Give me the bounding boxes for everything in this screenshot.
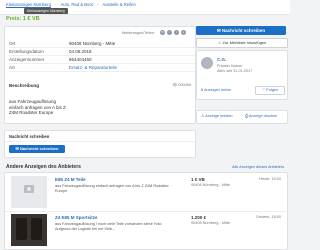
seller-name[interactable]: C.G. bbox=[217, 57, 226, 63]
eye-icon: 👁 bbox=[172, 83, 178, 87]
other-ads-title: Andere Anzeigen des Anbieters bbox=[6, 164, 81, 170]
views-value: 000069 bbox=[178, 83, 191, 87]
detail-row-location: Ort 90408 Nürnberg - Mitte bbox=[9, 40, 195, 48]
breadcrumb: Kleinanzeigen Nürnberg › Auto, Rad & Boo… bbox=[6, 2, 136, 7]
description-label: Beschreibung bbox=[9, 83, 40, 88]
detail-row-ad-id: Anzeigennummer 864404450 bbox=[9, 56, 195, 64]
ad-price: 1.200 € bbox=[191, 215, 207, 220]
ad-title[interactable]: Z4 E85 M Sportsitze bbox=[55, 215, 98, 221]
details-card: Weitersagen/Teilen: ✉ f t g Ort 90408 Nü… bbox=[4, 26, 196, 124]
detail-value: 04.06.2018 bbox=[69, 49, 92, 54]
breadcrumb-item-1[interactable]: Kleinanzeigen Nürnberg bbox=[6, 2, 51, 7]
detail-key: Erstellungsdatum bbox=[9, 49, 44, 54]
detail-key: Anzeigennummer bbox=[9, 57, 45, 62]
ad-description: aus Fahrzeugauflösung einfach anfragen v… bbox=[55, 184, 169, 193]
follow-label: Folgen bbox=[266, 88, 279, 92]
page: Kleinanzeigen Nürnberg › Auto, Rad & Boo… bbox=[0, 0, 290, 250]
twitter-share-icon[interactable]: t bbox=[174, 30, 179, 35]
ad-actions-card: ⚠ Anzeige melden ⎙ Anzeige drucken bbox=[196, 110, 288, 124]
ad-thumbnail bbox=[11, 214, 47, 246]
breadcrumb-item-2[interactable]: Auto, Rad & Boot bbox=[60, 2, 92, 7]
ad-price: Preis: 1 € VB bbox=[6, 16, 40, 22]
ad-title[interactable]: E85 Z4 M Teile bbox=[55, 177, 86, 183]
share-label: Weitersagen/Teilen: bbox=[121, 31, 155, 35]
send-message-label: Nachricht schreiben bbox=[221, 28, 266, 33]
all-ads-link[interactable]: Alle Anzeigen dieses Anbieters bbox=[232, 165, 284, 170]
facebook-share-icon[interactable]: f bbox=[167, 30, 172, 35]
list-item[interactable]: Z4 E85 M Sportsitze aus Fahrzeugauflösun… bbox=[5, 211, 287, 249]
report-ad-link[interactable]: ⚠ Anzeige melden bbox=[201, 114, 232, 119]
ad-location: 90408 Nürnberg - Mitte bbox=[191, 221, 231, 225]
watchlist-button[interactable]: ☆ Zur Merkliste hinzufügen bbox=[196, 38, 288, 48]
watchlist-label: Zur Merkliste hinzufügen bbox=[222, 40, 267, 45]
report-ad-label: Anzeige melden bbox=[205, 114, 233, 118]
send-message-button[interactable]: ✉ Nachricht schreiben bbox=[196, 26, 286, 35]
seller-card: C.G. Privater Nutzer Aktiv seit 31.01.20… bbox=[196, 50, 288, 100]
views-counter: 👁 000069 bbox=[172, 83, 191, 88]
breadcrumb-bar: Kleinanzeigen Nürnberg › Auto, Rad & Boo… bbox=[0, 0, 290, 15]
ad-date: Heute, 10:00 bbox=[259, 177, 281, 181]
detail-row-type: Art Ersatz- & Reparaturteile bbox=[9, 64, 195, 72]
email-share-icon[interactable]: ✉ bbox=[160, 30, 165, 35]
description-text: aus Fahrzeugauflösung einfach anfragen v… bbox=[9, 99, 66, 116]
ad-date: Gestern, 16:00 bbox=[255, 215, 281, 219]
message-card-send-button[interactable]: ✉ Nachricht schreiben bbox=[9, 145, 65, 153]
other-ads-list: E85 Z4 M Teile aus Fahrzeugauflösung ein… bbox=[4, 172, 288, 250]
seller-since: Aktiv seit 31.01.2017 bbox=[217, 69, 253, 73]
detail-value-link[interactable]: Ersatz- & Reparaturteile bbox=[69, 65, 117, 71]
follow-button[interactable]: ♡ Folgen bbox=[255, 86, 285, 95]
googleplus-share-icon[interactable]: g bbox=[181, 30, 186, 35]
avatar bbox=[201, 57, 213, 69]
message-card-send-label: Nachricht schreiben bbox=[20, 146, 59, 151]
message-card-title: Nachricht schreiben bbox=[9, 134, 50, 139]
ad-description: aus Fahrzeugauflösung ! noch viele Teile… bbox=[55, 222, 162, 231]
ad-price: 1 € VB bbox=[191, 177, 205, 182]
list-item[interactable]: E85 Z4 M Teile aus Fahrzeugauflösung ein… bbox=[5, 173, 287, 212]
description-line: Z4M Roadster Europe bbox=[9, 110, 54, 116]
print-ad-label: Anzeige drucken bbox=[248, 114, 278, 118]
detail-row-date: Erstellungsdatum 04.06.2018 bbox=[9, 48, 195, 56]
detail-value: 864404450 bbox=[69, 57, 92, 62]
detail-key: Art bbox=[9, 65, 15, 70]
breadcrumb-tooltip: Kleinanzeigen Nürnberg bbox=[24, 8, 68, 15]
message-card: Nachricht schreiben ✉ Nachricht schreibe… bbox=[4, 130, 196, 158]
breadcrumb-item-3[interactable]: Autoteile & Reifen bbox=[102, 2, 136, 7]
detail-value: 90408 Nürnberg - Mitte bbox=[69, 41, 116, 46]
seller-active-ads[interactable]: 8 Anzeigen online bbox=[201, 88, 231, 93]
ad-location: 90408 Nürnberg - Mitte bbox=[191, 183, 231, 187]
detail-key: Ort bbox=[9, 41, 16, 46]
print-ad-link[interactable]: ⎙ Anzeige drucken bbox=[245, 114, 277, 119]
ad-thumbnail-placeholder bbox=[11, 176, 47, 208]
